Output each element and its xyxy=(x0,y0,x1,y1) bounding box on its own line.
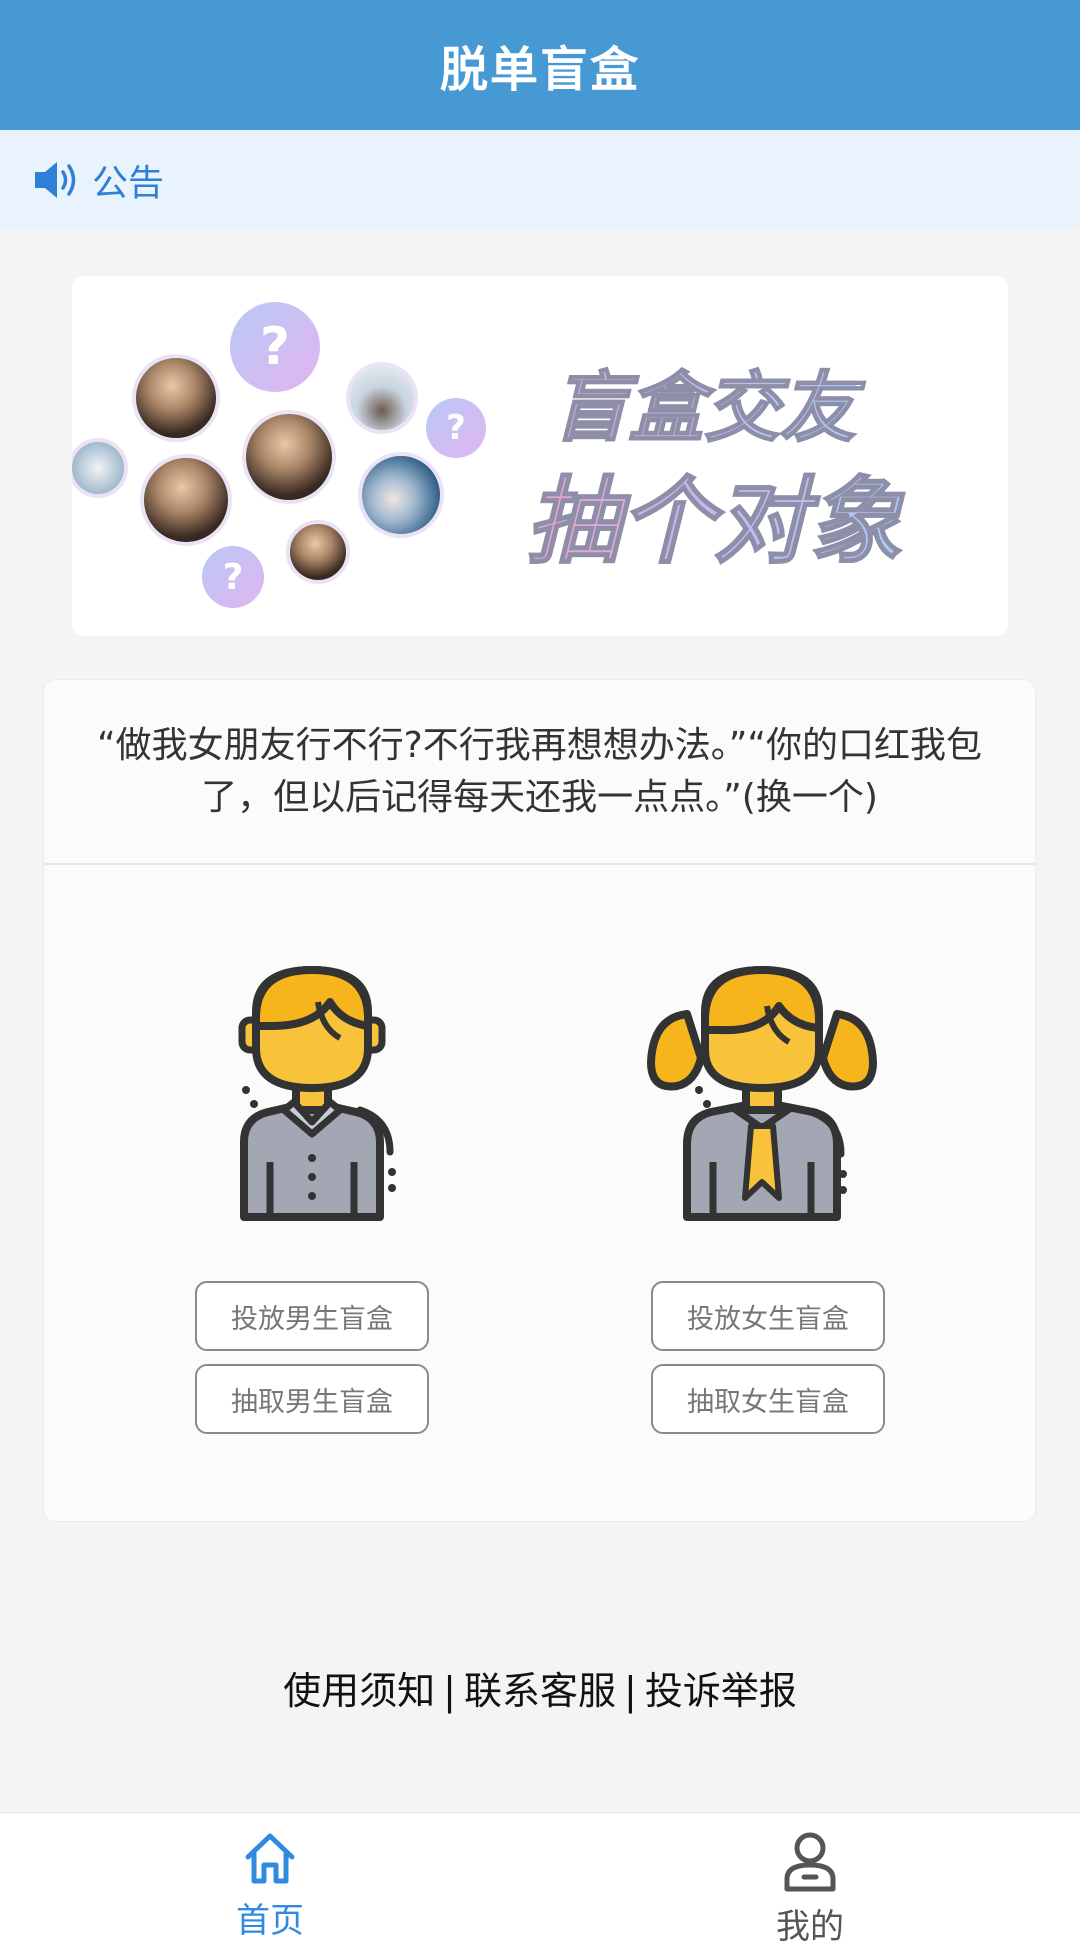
question-bubble: ? xyxy=(230,302,320,392)
bottom-tab-bar: 首页 我的 xyxy=(0,1812,1080,1954)
male-column xyxy=(162,962,462,1222)
speaker-icon xyxy=(35,161,76,198)
tab-mine[interactable]: 我的 xyxy=(540,1813,1080,1954)
tab-home[interactable]: 首页 xyxy=(0,1813,540,1954)
photo-bubble xyxy=(346,362,418,434)
banner-slogan-line1: 盲盒交友 xyxy=(551,346,857,456)
draw-female-box-button[interactable]: 抽取女生盲盒 xyxy=(651,1364,885,1434)
home-icon xyxy=(245,1833,295,1884)
female-avatar-icon xyxy=(647,965,877,1221)
draw-male-box-button[interactable]: 抽取男生盲盒 xyxy=(195,1364,429,1434)
link-separator: | xyxy=(624,1669,637,1713)
usage-notice-link[interactable]: 使用须知 xyxy=(279,1669,439,1713)
put-male-box-button[interactable]: 投放男生盲盒 xyxy=(195,1281,429,1351)
user-icon xyxy=(784,1832,836,1892)
blind-box-card: “做我女朋友行不行?不行我再想想办法。”“你的口红我包了，但以后记得每天还我一点… xyxy=(43,679,1036,1522)
notice-bar[interactable]: 公告 xyxy=(0,130,1080,229)
male-avatar-icon xyxy=(238,965,396,1221)
love-quote: “做我女朋友行不行?不行我再想想办法。”“你的口红我包了，但以后记得每天还我一点… xyxy=(44,680,1035,865)
notice-label: 公告 xyxy=(92,162,165,204)
photo-bubble xyxy=(140,454,232,546)
footer-links: 使用须知 | 联系客服 | 投诉举报 xyxy=(0,1660,1080,1715)
contact-service-link[interactable]: 联系客服 xyxy=(460,1669,620,1713)
page-title: 脱单盲盒 xyxy=(439,42,640,98)
complaint-report-link[interactable]: 投诉举报 xyxy=(641,1669,801,1713)
banner[interactable]: ? ? ? 盲盒交友 抽个对象 xyxy=(72,276,1008,636)
tab-home-label: 首页 xyxy=(236,1901,304,1941)
put-female-box-button[interactable]: 投放女生盲盒 xyxy=(651,1281,885,1351)
app-header: 脱单盲盒 xyxy=(0,0,1080,130)
female-column xyxy=(612,962,912,1222)
question-bubble: ? xyxy=(202,546,264,608)
photo-bubble xyxy=(286,520,350,584)
banner-slogan-line2: 抽个对象 xyxy=(525,446,903,582)
photo-bubble xyxy=(242,410,336,504)
question-bubble: ? xyxy=(426,398,486,458)
swap-quote-link[interactable]: (换一个) xyxy=(742,777,878,818)
link-separator: | xyxy=(443,1669,456,1713)
tab-mine-label: 我的 xyxy=(776,1907,844,1947)
photo-bubble xyxy=(132,354,220,442)
photo-bubble xyxy=(72,438,128,498)
photo-bubble xyxy=(358,452,444,538)
